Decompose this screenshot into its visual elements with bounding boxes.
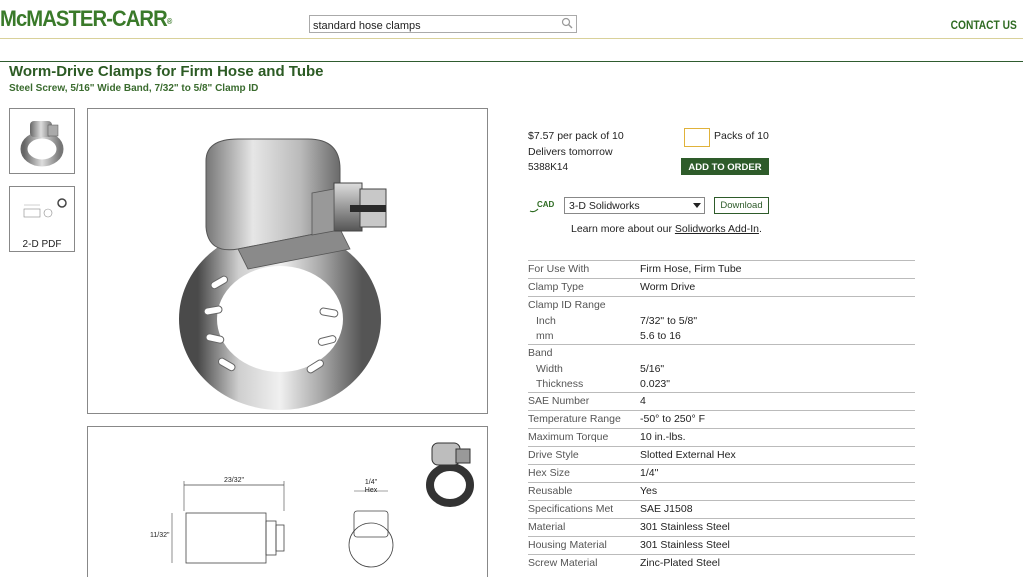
spec-value: 0.023" bbox=[640, 378, 671, 390]
cad-format-select[interactable]: 3-D Solidworks bbox=[564, 197, 705, 214]
spec-value: 4 bbox=[640, 395, 646, 407]
spec-value: 7/32" to 5/8" bbox=[640, 315, 698, 327]
spec-row: Temperature Range -50° to 250° F bbox=[528, 410, 915, 428]
spec-row: Drive Style Slotted External Hex bbox=[528, 446, 915, 464]
spec-row: Thickness 0.023" bbox=[528, 377, 915, 392]
spec-label: For Use With bbox=[528, 263, 590, 275]
spec-label: Inch bbox=[536, 315, 556, 327]
spec-value: 10 in.-lbs. bbox=[640, 431, 686, 443]
spec-value: -50° to 250° F bbox=[640, 413, 706, 425]
spec-label: mm bbox=[536, 330, 554, 342]
spec-label: Material bbox=[528, 521, 566, 533]
spec-value: Zinc-Plated Steel bbox=[640, 557, 720, 569]
cad-format-value: 3-D Solidworks bbox=[569, 200, 640, 212]
hose-clamp-image bbox=[179, 138, 387, 410]
spec-row: Housing Material 301 Stainless Steel bbox=[528, 536, 915, 554]
spec-label: Reusable bbox=[528, 485, 573, 497]
price-info: $7.57 per pack of 10 Delivers tomorrow 5… bbox=[528, 128, 624, 176]
solidworks-addin-link[interactable]: Solidworks Add-In bbox=[675, 223, 759, 235]
spec-value: 1/4" bbox=[640, 467, 659, 479]
product-image bbox=[87, 108, 488, 414]
spec-label: SAE Number bbox=[528, 395, 590, 407]
price-text: $7.57 per pack of 10 bbox=[528, 130, 624, 142]
spec-value: Yes bbox=[640, 485, 658, 497]
part-number: 5388K14 bbox=[528, 162, 569, 173]
drawing-thumbnail-image bbox=[23, 198, 67, 218]
clamp-thumbnail-image bbox=[20, 121, 64, 167]
chevron-down-icon[interactable] bbox=[693, 203, 701, 208]
download-button[interactable]: Download bbox=[714, 197, 769, 214]
spec-row: For Use With Firm Hose, Firm Tube bbox=[528, 260, 915, 278]
spec-label: Thickness bbox=[536, 378, 584, 390]
cad-logo-text: CAD bbox=[537, 200, 555, 209]
cad-icon: CAD bbox=[529, 200, 555, 213]
spec-row: Specifications Met SAE J1508 bbox=[528, 500, 915, 518]
spec-value: Slotted External Hex bbox=[640, 449, 736, 461]
search-icon[interactable] bbox=[561, 17, 573, 29]
spec-value: 301 Stainless Steel bbox=[640, 521, 730, 533]
spec-row: Band bbox=[528, 344, 915, 362]
spec-label: Band bbox=[528, 347, 553, 359]
spec-value: Firm Hose, Firm Tube bbox=[640, 263, 742, 275]
thumbnail-photo[interactable] bbox=[9, 108, 75, 174]
spec-label: Temperature Range bbox=[528, 413, 621, 425]
spec-row: SAE Number 4 bbox=[528, 392, 915, 410]
search-box[interactable] bbox=[309, 15, 577, 34]
dim-width-label: 23/32" bbox=[224, 477, 245, 484]
spec-label: Width bbox=[536, 363, 563, 375]
dim-height-label: 11/32" bbox=[150, 532, 170, 539]
spec-row: Screw Material Zinc-Plated Steel bbox=[528, 554, 915, 572]
delivery-text: Delivers tomorrow bbox=[528, 146, 613, 158]
spec-row: Inch 7/32" to 5/8" bbox=[528, 314, 915, 329]
spec-label: Drive Style bbox=[528, 449, 579, 461]
packs-label: Packs of 10 bbox=[714, 130, 769, 142]
spec-row: mm 5.6 to 16 bbox=[528, 329, 915, 344]
product-subtitle: Steel Screw, 5/16" Wide Band, 7/32" to 5… bbox=[9, 83, 259, 94]
search-input[interactable] bbox=[310, 18, 556, 34]
learn-more-text: Learn more about our Solidworks Add-In. bbox=[571, 223, 762, 235]
spec-label: Housing Material bbox=[528, 539, 607, 551]
contact-us-link[interactable]: CONTACT US bbox=[951, 18, 1017, 32]
header-divider bbox=[0, 38, 1023, 39]
dim-hex-name: Hex bbox=[365, 487, 378, 494]
spec-row: Clamp Type Worm Drive bbox=[528, 278, 915, 296]
pdf-label: 2-D PDF bbox=[22, 239, 62, 250]
section-divider bbox=[0, 61, 1023, 62]
spec-row: Clamp ID Range bbox=[528, 296, 915, 314]
spec-value: 301 Stainless Steel bbox=[640, 539, 730, 551]
spec-label: Screw Material bbox=[528, 557, 598, 569]
spec-value: Worm Drive bbox=[640, 281, 696, 293]
spec-row: Maximum Torque 10 in.-lbs. bbox=[528, 428, 915, 446]
quantity-box[interactable] bbox=[684, 128, 710, 148]
dim-hex-label: 1/4" bbox=[365, 479, 378, 486]
spec-value: 5/16" bbox=[640, 363, 665, 375]
spec-row: Hex Size 1/4" bbox=[528, 464, 915, 482]
logo[interactable]: McMASTER-CARR® bbox=[0, 6, 172, 32]
product-title: Worm-Drive Clamps for Firm Hose and Tube bbox=[9, 63, 324, 80]
spec-label: Clamp ID Range bbox=[528, 299, 606, 311]
spec-row: Reusable Yes bbox=[528, 482, 915, 500]
spec-label: Maximum Torque bbox=[528, 431, 609, 443]
add-to-order-button[interactable]: ADD TO ORDER bbox=[681, 158, 769, 175]
spec-label: Specifications Met bbox=[528, 503, 614, 515]
cad-logo: CAD bbox=[528, 197, 556, 215]
specifications-table: For Use With Firm Hose, Firm Tube Clamp Ty… bbox=[528, 260, 915, 572]
spec-value: SAE J1508 bbox=[640, 503, 693, 515]
spec-row: Width 5/16" bbox=[528, 362, 915, 377]
thumbnail-2d-pdf[interactable]: 2-D PDF bbox=[9, 186, 75, 252]
quantity-input[interactable] bbox=[685, 130, 709, 148]
dimension-drawing: 23/32" 11/32" 1/4" Hex bbox=[87, 426, 488, 577]
spec-label: Hex Size bbox=[528, 467, 571, 479]
spec-value: 5.6 to 16 bbox=[640, 330, 681, 342]
spec-label: Clamp Type bbox=[528, 281, 584, 293]
technical-drawing: 23/32" 11/32" 1/4" Hex bbox=[150, 442, 474, 568]
spec-row: Material 301 Stainless Steel bbox=[528, 518, 915, 536]
